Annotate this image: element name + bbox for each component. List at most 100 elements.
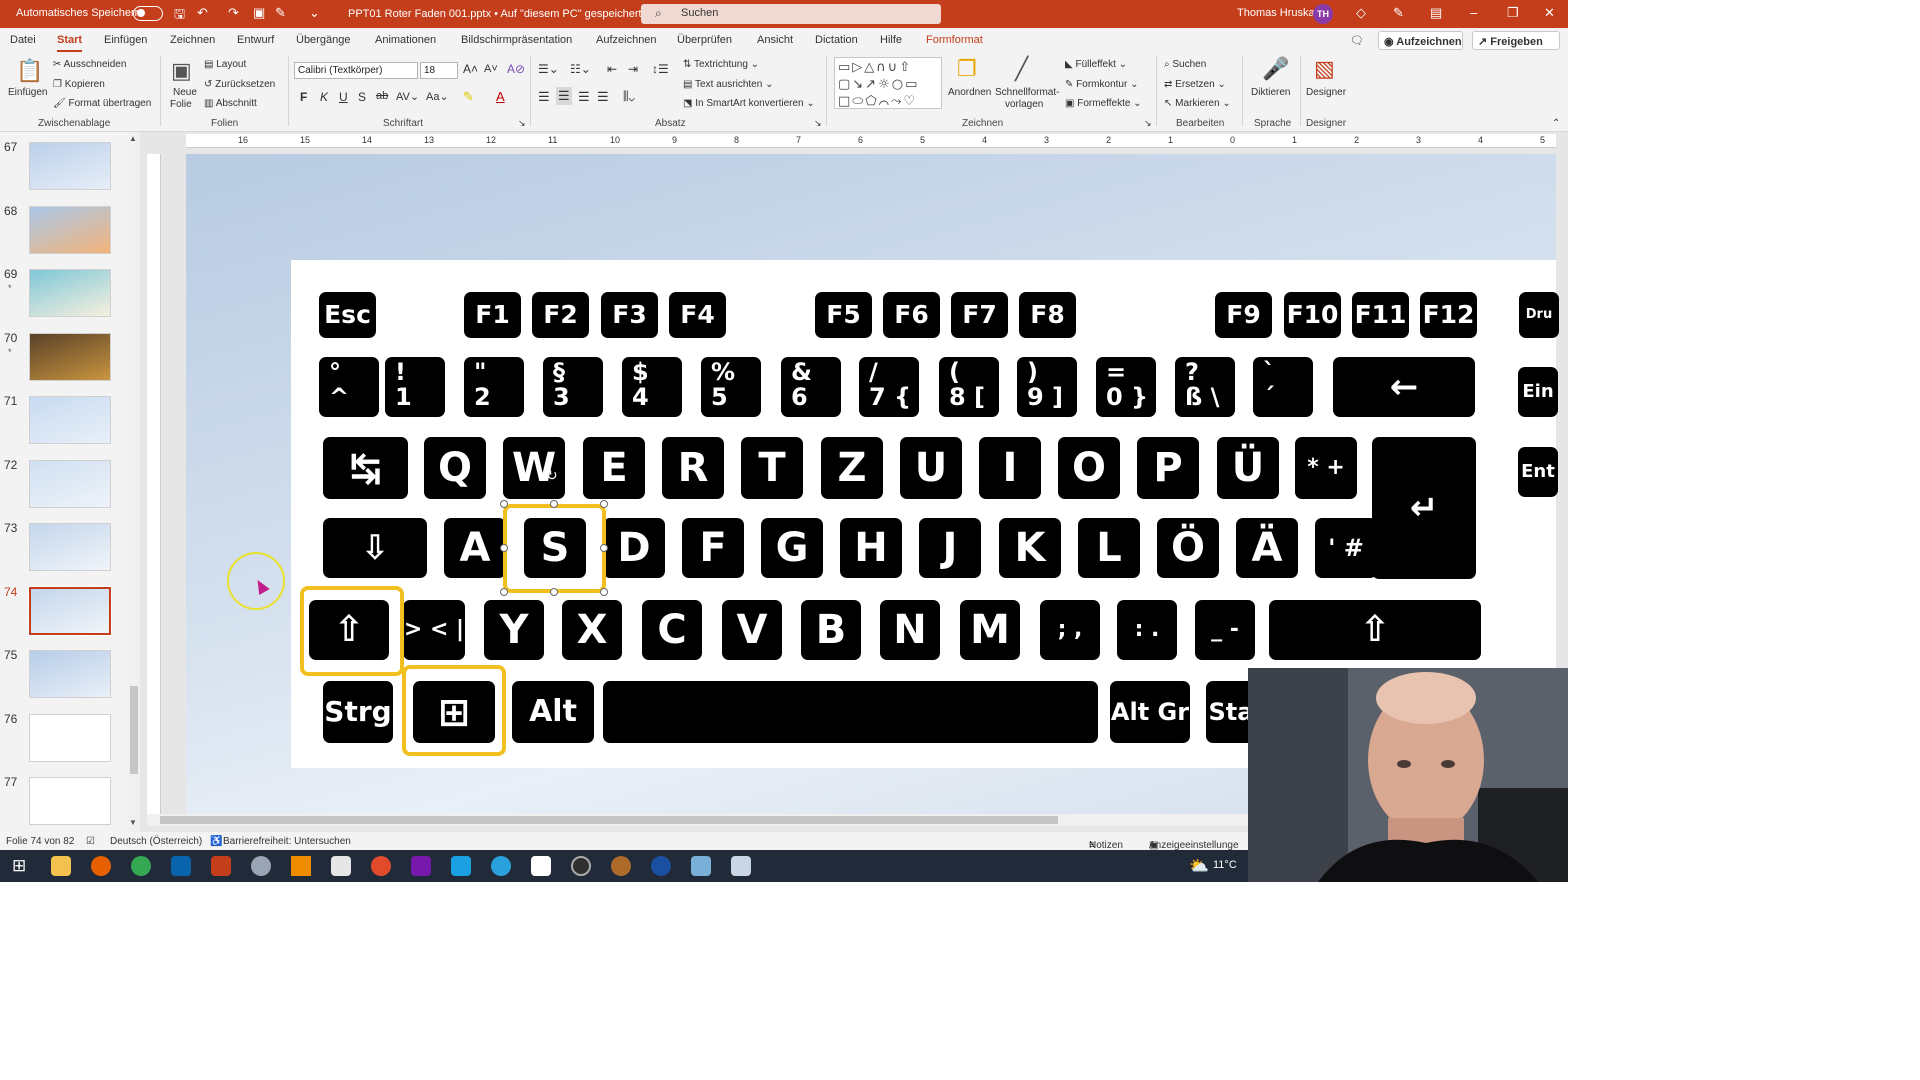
accessibility-icon[interactable]: ♿ [210, 836, 222, 847]
align-left-icon[interactable]: ☰ [538, 89, 550, 105]
draw-icon[interactable]: ✎ [275, 5, 286, 21]
collapse-ribbon-icon[interactable]: ⌃ [1552, 118, 1560, 129]
font-family-select[interactable]: Calibri (Textkörper) [294, 62, 418, 79]
tab-animationen[interactable]: Animationen [375, 34, 436, 46]
tab-dictation[interactable]: Dictation [815, 34, 858, 46]
font-dialog-launcher-icon[interactable]: ↘ [518, 118, 526, 129]
outlook-icon[interactable] [171, 856, 191, 876]
tab-datei[interactable]: Datei [10, 34, 36, 46]
tab-uebergaenge[interactable]: Übergänge [296, 34, 350, 46]
user-name[interactable]: Thomas Hruska [1237, 7, 1315, 19]
quick-styles-label-1[interactable]: Schnellformat- [995, 87, 1059, 98]
select-button[interactable]: ↖ Markieren ⌄ [1164, 98, 1231, 109]
slide-thumbnail-68[interactable] [29, 205, 111, 254]
thumbnail-scrollbar-thumb[interactable] [130, 686, 138, 774]
font-grow-icon[interactable]: A˄ [463, 62, 478, 76]
resize-handle[interactable] [500, 500, 508, 508]
shape-effects-button[interactable]: ▣ Formeffekte ⌄ [1065, 98, 1142, 109]
premium-diamond-icon[interactable]: ◇ [1356, 5, 1366, 21]
onenote-icon[interactable] [411, 856, 431, 876]
avatar[interactable]: TH [1313, 4, 1333, 24]
arrange-icon[interactable]: ❐ [957, 56, 977, 82]
change-case-icon[interactable]: Aa⌄ [426, 90, 449, 103]
tab-entwurf[interactable]: Entwurf [237, 34, 274, 46]
share-button[interactable]: ↗ Freigeben [1472, 31, 1560, 50]
paste-button[interactable]: Einfügen [8, 87, 47, 98]
tab-ansicht[interactable]: Ansicht [757, 34, 793, 46]
new-slide-icon[interactable]: ▣ [171, 58, 192, 84]
cut-button[interactable]: ✂ Ausschneiden [53, 59, 126, 70]
slide-thumbnail-74[interactable] [28, 585, 112, 636]
slide-thumbnail-70[interactable] [29, 332, 111, 381]
slide-thumbnail-71[interactable] [29, 396, 111, 444]
char-spacing-icon[interactable]: AV⌄ [396, 90, 419, 103]
increase-indent-icon[interactable]: ⇥ [628, 62, 638, 76]
font-size-select[interactable]: 18 [420, 62, 458, 79]
app-icon[interactable] [371, 856, 391, 876]
resize-handle[interactable] [600, 588, 608, 596]
resize-handle[interactable] [500, 544, 508, 552]
save-icon[interactable]: 🖫 [174, 5, 185, 27]
pen-icon[interactable]: ✎ [1393, 5, 1404, 21]
spellcheck-icon[interactable]: ☑ [86, 836, 95, 847]
align-right-icon[interactable]: ☰ [578, 89, 590, 105]
section-button[interactable]: ▥ Abschnitt [204, 98, 257, 109]
resize-handle[interactable] [550, 500, 558, 508]
ribbon-display-icon[interactable]: ▤ [1430, 5, 1442, 21]
app-icon[interactable] [691, 856, 711, 876]
undo-icon[interactable]: ↶ [197, 5, 208, 21]
autosave-toggle[interactable] [133, 6, 163, 21]
tab-aufzeichnen[interactable]: Aufzeichnen [596, 34, 657, 46]
present-icon[interactable]: ▣ [253, 5, 265, 21]
document-title[interactable]: PPT01 Roter Faden 001.pptx • Auf "diesem… [348, 7, 654, 20]
align-text-button[interactable]: ▤ Text ausrichten ⌄ [683, 79, 773, 90]
obs-icon[interactable] [571, 856, 591, 876]
dictate-button[interactable]: Diktieren [1251, 87, 1290, 98]
tab-ueberpruefen[interactable]: Überprüfen [677, 34, 732, 46]
font-color-icon[interactable]: A [496, 89, 505, 104]
app-icon[interactable] [611, 856, 631, 876]
strikethrough-icon[interactable]: ab [376, 90, 388, 102]
format-painter-button[interactable]: 🖌 Format übertragen [53, 98, 151, 109]
app-icon[interactable] [651, 856, 671, 876]
columns-icon[interactable]: ⫼⌄ [623, 89, 635, 104]
shape-outline-button[interactable]: ✎ Formkontur ⌄ [1065, 79, 1138, 90]
accessibility-status[interactable]: Barrierefreiheit: Untersuchen [223, 836, 351, 847]
slide-thumbnail-77[interactable] [29, 777, 111, 825]
weather-temperature[interactable]: 11°C [1213, 859, 1237, 871]
shadow-button[interactable]: S [358, 90, 366, 104]
text-direction-button[interactable]: ⇅ Textrichtung ⌄ [683, 59, 759, 70]
arrange-button[interactable]: Anordnen [948, 87, 991, 98]
tab-formformat[interactable]: Formformat [926, 34, 983, 46]
minimize-icon[interactable]: – [1470, 5, 1477, 20]
resize-handle[interactable] [550, 588, 558, 596]
app-icon[interactable] [531, 856, 551, 876]
microphone-icon[interactable]: 🎤 [1262, 56, 1289, 82]
horizontal-scrollbar-thumb[interactable] [160, 816, 1058, 824]
powerpoint-icon[interactable] [211, 856, 231, 876]
designer-icon[interactable]: ▧ [1314, 56, 1335, 82]
drawing-dialog-launcher-icon[interactable]: ↘ [1144, 118, 1152, 129]
record-button[interactable]: ◉ Aufzeichnen [1378, 31, 1463, 50]
windows-start-icon[interactable]: ⊞ [12, 856, 26, 876]
decrease-indent-icon[interactable]: ⇤ [607, 62, 617, 76]
copy-button[interactable]: ❐ Kopieren [53, 79, 105, 90]
font-shrink-icon[interactable]: A˅ [484, 63, 498, 75]
replace-button[interactable]: ⇄ Ersetzen ⌄ [1164, 79, 1226, 90]
language-indicator[interactable]: Deutsch (Österreich) [110, 836, 202, 847]
new-slide-label-1[interactable]: Neue [173, 87, 197, 98]
smartart-button[interactable]: ⬔ In SmartArt konvertieren ⌄ [683, 98, 815, 109]
layout-button[interactable]: ▤ Layout [204, 59, 246, 70]
italic-button[interactable]: K [320, 90, 328, 104]
paste-icon[interactable]: 📋 [16, 58, 43, 84]
align-center-icon[interactable]: ☰ [556, 87, 572, 105]
vlc-icon[interactable] [291, 856, 311, 876]
resize-handle[interactable] [500, 588, 508, 596]
chrome-icon[interactable] [131, 856, 151, 876]
designer-button[interactable]: Designer [1306, 87, 1346, 98]
quick-styles-icon[interactable]: ╱ [1015, 56, 1028, 82]
firefox-icon[interactable] [91, 856, 111, 876]
slide-thumbnail-76[interactable] [29, 713, 111, 762]
file-explorer-icon[interactable] [51, 856, 71, 876]
app-icon[interactable] [331, 856, 351, 876]
